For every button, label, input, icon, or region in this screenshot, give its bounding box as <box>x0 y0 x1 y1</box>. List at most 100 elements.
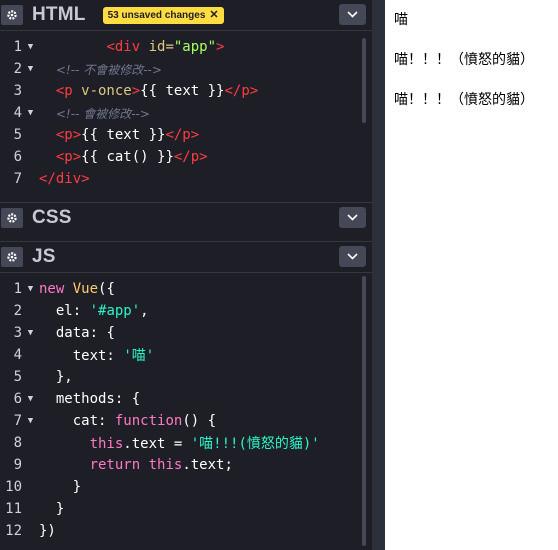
code-line: 2 el: '#app', <box>0 300 372 322</box>
css-settings-button[interactable] <box>1 207 23 228</box>
code-token: }, <box>55 369 73 385</box>
fold-arrow-icon[interactable]: ▼ <box>22 394 39 404</box>
code-line: 6 <p>{{ cat() }}</p> <box>0 146 372 168</box>
preview-line: 喵！！！（憤怒的貓） <box>394 92 534 108</box>
code-line: 7 ▼ cat: function() { <box>0 410 372 432</box>
code-comment: <!-- 會被修改--> <box>55 106 150 121</box>
html-settings-button[interactable] <box>1 5 23 25</box>
editor-column: HTML 53 unsaved changes ✕ 1 ▼ <div id="a… <box>0 0 372 550</box>
line-number: 3 <box>13 325 22 341</box>
code-token: cat: <box>72 413 107 429</box>
line-number: 11 <box>5 501 22 517</box>
code-token: new <box>39 281 65 297</box>
js-panel-title: JS <box>32 245 56 267</box>
html-scrollbar[interactable] <box>362 38 366 123</box>
line-number: 7 <box>13 171 22 187</box>
line-number: 7 <box>13 413 22 429</box>
code-token: } <box>55 501 65 517</box>
code-token: <p <box>55 83 73 99</box>
fold-arrow-icon[interactable]: ▼ <box>22 284 39 294</box>
fold-arrow-icon[interactable]: ▼ <box>22 64 39 74</box>
gear-icon <box>7 10 17 20</box>
fold-arrow-icon[interactable]: ▼ <box>22 416 39 426</box>
fold-arrow-icon[interactable]: ▼ <box>22 108 39 118</box>
code-token: {{ text }} <box>81 127 166 143</box>
line-number: 8 <box>13 435 22 451</box>
js-settings-button[interactable] <box>1 246 23 267</box>
code-token: id= <box>140 39 174 55</box>
close-icon[interactable]: ✕ <box>209 9 218 21</box>
fold-arrow-icon[interactable]: ▼ <box>22 328 39 338</box>
code-token: return <box>89 457 141 473</box>
code-token: , <box>140 303 149 319</box>
code-token: Vue <box>64 281 99 297</box>
js-panel-header: JS <box>0 241 372 271</box>
code-token: function <box>114 413 183 429</box>
html-code-editor[interactable]: 1 ▼ <div id="app"> 2 ▼ <!-- 不會被修改--> 3 <… <box>0 30 372 196</box>
line-number: 4 <box>13 347 22 363</box>
code-token: data: <box>55 325 99 341</box>
code-token: }) <box>39 523 56 539</box>
result-preview: 喵 喵！！！（憤怒的貓） 喵！！！（憤怒的貓） <box>385 0 558 550</box>
code-token: methods: <box>55 391 124 407</box>
code-line: 3 <p v-once>{{ text }}</p> <box>0 80 372 102</box>
code-token: <p> <box>55 127 82 143</box>
code-token: </div> <box>39 171 90 187</box>
code-comment: <!-- 不會被修改--> <box>55 62 162 77</box>
line-number: 6 <box>13 391 22 407</box>
preview-line: 喵！！！（憤怒的貓） <box>394 52 534 68</box>
code-token: <p> <box>55 149 82 165</box>
code-token: el: <box>55 303 82 319</box>
code-token: } <box>72 479 82 495</box>
js-code-editor[interactable]: 1 ▼ new Vue({ 2 el: '#app', 3 ▼ data: { … <box>0 272 372 550</box>
code-token: ({ <box>98 281 115 297</box>
panel-resize-handle[interactable] <box>372 0 385 550</box>
code-line: 5 }, <box>0 366 372 388</box>
gear-icon <box>7 212 17 223</box>
unsaved-changes-label: 53 unsaved changes <box>107 9 206 21</box>
line-number: 6 <box>13 149 22 165</box>
code-token: '喵' <box>123 348 155 364</box>
code-token: </p> <box>173 149 208 165</box>
unsaved-changes-badge[interactable]: 53 unsaved changes ✕ <box>102 6 224 24</box>
preview-line: 喵 <box>394 12 408 28</box>
js-collapse-button[interactable] <box>339 246 366 267</box>
gear-icon <box>7 251 17 262</box>
html-collapse-button[interactable] <box>339 4 366 25</box>
code-token: '#app' <box>89 303 141 319</box>
css-collapse-button[interactable] <box>339 207 366 228</box>
code-line: 9 return this.text; <box>0 454 372 476</box>
fold-arrow-icon[interactable]: ▼ <box>22 42 39 52</box>
code-token: <div <box>106 39 141 55</box>
js-scrollbar[interactable] <box>362 276 366 546</box>
chevron-down-icon <box>347 214 358 221</box>
code-line: 8 this.text = '喵!!!(憤怒的貓)' <box>0 432 372 454</box>
code-token: text: <box>72 348 115 364</box>
code-token: this <box>89 436 124 452</box>
chevron-down-icon <box>347 11 358 18</box>
line-number: 12 <box>5 523 22 539</box>
code-token: .text = <box>123 436 191 452</box>
code-token: this <box>148 457 183 473</box>
code-line: 4 ▼ <!-- 會被修改--> <box>0 102 372 124</box>
line-number: 10 <box>5 479 22 495</box>
line-number: 5 <box>13 127 22 143</box>
code-token: {{ cat() }} <box>81 149 174 165</box>
line-number: 2 <box>13 61 22 77</box>
